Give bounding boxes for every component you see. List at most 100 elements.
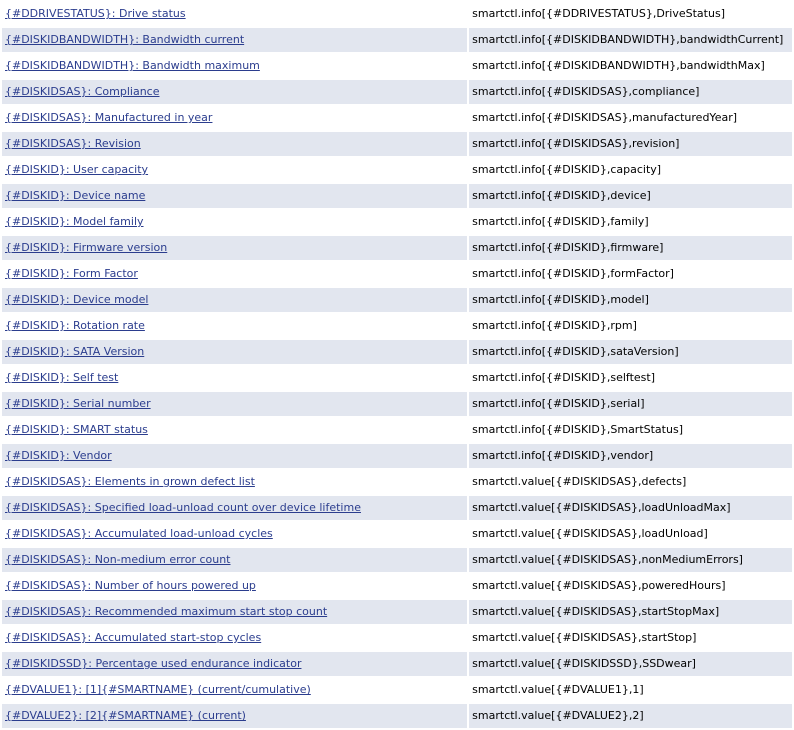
table-row: {#DISKID}: Firmware version smartctl.info…: [2, 236, 792, 260]
item-key-text: smartctl.info[{#DISKID},device]: [472, 189, 651, 202]
item-name-link[interactable]: {#DISKID}: Firmware version: [5, 241, 167, 254]
item-name-link[interactable]: {#DISKID}: Self test: [5, 371, 118, 384]
item-name-link[interactable]: {#DISKIDSAS}: Specified load-unload coun…: [5, 501, 361, 514]
item-key-text: smartctl.info[{#DISKID},rpm]: [472, 319, 637, 332]
item-name-cell: {#DISKIDBANDWIDTH}: Bandwidth current: [2, 28, 468, 52]
item-key-text: smartctl.info[{#DISKID},SmartStatus]: [472, 423, 683, 436]
item-name-link[interactable]: {#DISKIDSAS}: Non-medium error count: [5, 553, 231, 566]
item-key-text: smartctl.info[{#DISKIDBANDWIDTH},bandwid…: [472, 59, 765, 72]
item-key-cell: smartctl.value[{#DISKIDSSD},SSDwear]: [469, 652, 792, 676]
table-row: {#DVALUE1}: [1]{#SMARTNAME} (current/cum…: [2, 678, 792, 702]
item-name-link[interactable]: {#DISKID}: SATA Version: [5, 345, 144, 358]
item-name-link[interactable]: {#DISKID}: Device model: [5, 293, 148, 306]
table-row: {#DISKID}: Device name smartctl.info[{#DI…: [2, 184, 792, 208]
item-key-cell: smartctl.info[{#DISKIDSAS},compliance]: [469, 80, 792, 104]
table-row: {#DISKID}: Self test smartctl.info[{#DISK…: [2, 366, 792, 390]
item-name-cell: {#DISKIDSAS}: Recommended maximum start …: [2, 600, 468, 624]
item-name-link[interactable]: {#DISKIDSAS}: Manufactured in year: [5, 111, 212, 124]
item-name-cell: {#DDRIVESTATUS}: Drive status: [2, 2, 468, 26]
item-prototypes-body: {#DDRIVESTATUS}: Drive status smartctl.in…: [2, 2, 792, 728]
table-row: {#DISKID}: Model family smartctl.info[{#D…: [2, 210, 792, 234]
item-name-cell: {#DISKIDSAS}: Revision: [2, 132, 468, 156]
item-name-link[interactable]: {#DISKID}: User capacity: [5, 163, 148, 176]
item-key-cell: smartctl.value[{#DISKIDSAS},loadUnload]: [469, 522, 792, 546]
table-row: {#DISKID}: User capacity smartctl.info[{#…: [2, 158, 792, 182]
item-key-cell: smartctl.info[{#DISKID},selftest]: [469, 366, 792, 390]
item-key-cell: smartctl.info[{#DISKID},rpm]: [469, 314, 792, 338]
item-key-cell: smartctl.info[{#DISKIDBANDWIDTH},bandwid…: [469, 28, 792, 52]
item-name-cell: {#DISKID}: Form Factor: [2, 262, 468, 286]
table-row: {#DISKID}: Vendor smartctl.info[{#DISKID}…: [2, 444, 792, 468]
item-name-link[interactable]: {#DISKIDSAS}: Recommended maximum start …: [5, 605, 327, 618]
item-key-text: smartctl.value[{#DISKIDSAS},poweredHours…: [472, 579, 726, 592]
table-row: {#DISKIDSAS}: Specified load-unload coun…: [2, 496, 792, 520]
table-row: {#DISKIDSAS}: Non-medium error count smar…: [2, 548, 792, 572]
item-key-cell: smartctl.value[{#DISKIDSAS},loadUnloadMa…: [469, 496, 792, 520]
item-key-text: smartctl.info[{#DISKID},capacity]: [472, 163, 662, 176]
item-key-text: smartctl.info[{#DISKIDBANDWIDTH},bandwid…: [472, 33, 784, 46]
item-name-cell: {#DISKIDSAS}: Number of hours powered up: [2, 574, 468, 598]
item-name-cell: {#DISKID}: Firmware version: [2, 236, 468, 260]
item-name-link[interactable]: {#DISKID}: Serial number: [5, 397, 151, 410]
item-name-link[interactable]: {#DVALUE2}: [2]{#SMARTNAME} (current): [5, 709, 246, 722]
item-key-cell: smartctl.value[{#DISKIDSAS},startStop]: [469, 626, 792, 650]
item-name-cell: {#DVALUE1}: [1]{#SMARTNAME} (current/cum…: [2, 678, 468, 702]
item-key-cell: smartctl.info[{#DISKIDBANDWIDTH},bandwid…: [469, 54, 792, 78]
item-key-text: smartctl.info[{#DISKID},vendor]: [472, 449, 654, 462]
item-name-cell: {#DISKIDBANDWIDTH}: Bandwidth maximum: [2, 54, 468, 78]
item-name-cell: {#DISKIDSAS}: Compliance: [2, 80, 468, 104]
item-key-cell: smartctl.value[{#DISKIDSAS},defects]: [469, 470, 792, 494]
table-row: {#DISKIDSAS}: Revision smartctl.info[{#DI…: [2, 132, 792, 156]
item-name-link[interactable]: {#DVALUE1}: [1]{#SMARTNAME} (current/cum…: [5, 683, 311, 696]
table-row: {#DISKIDBANDWIDTH}: Bandwidth current sma…: [2, 28, 792, 52]
item-name-link[interactable]: {#DISKIDBANDWIDTH}: Bandwidth maximum: [5, 59, 260, 72]
item-key-text: smartctl.value[{#DISKIDSAS},startStop]: [472, 631, 697, 644]
item-key-cell: smartctl.info[{#DISKID},model]: [469, 288, 792, 312]
item-key-cell: smartctl.info[{#DISKID},SmartStatus]: [469, 418, 792, 442]
item-name-link[interactable]: {#DISKID}: SMART status: [5, 423, 148, 436]
table-row: {#DISKID}: SMART status smartctl.info[{#D…: [2, 418, 792, 442]
table-row: {#DISKIDSAS}: Accumulated start-stop cyc…: [2, 626, 792, 650]
item-name-link[interactable]: {#DISKIDSAS}: Elements in grown defect l…: [5, 475, 255, 488]
item-name-link[interactable]: {#DISKIDSAS}: Accumulated start-stop cyc…: [5, 631, 261, 644]
item-key-cell: smartctl.info[{#DISKID},capacity]: [469, 158, 792, 182]
item-name-cell: {#DISKID}: User capacity: [2, 158, 468, 182]
item-name-link[interactable]: {#DISKID}: Model family: [5, 215, 144, 228]
table-row: {#DISKIDSAS}: Recommended maximum start …: [2, 600, 792, 624]
item-key-text: smartctl.info[{#DISKID},sataVersion]: [472, 345, 679, 358]
item-key-text: smartctl.info[{#DISKID},family]: [472, 215, 649, 228]
item-name-link[interactable]: {#DDRIVESTATUS}: Drive status: [5, 7, 186, 20]
item-name-link[interactable]: {#DISKID}: Form Factor: [5, 267, 138, 280]
item-name-cell: {#DISKIDSAS}: Specified load-unload coun…: [2, 496, 468, 520]
item-name-link[interactable]: {#DISKIDSAS}: Revision: [5, 137, 141, 150]
item-key-cell: smartctl.info[{#DISKID},device]: [469, 184, 792, 208]
item-key-cell: smartctl.info[{#DISKID},family]: [469, 210, 792, 234]
table-row: {#DISKIDSAS}: Elements in grown defect l…: [2, 470, 792, 494]
item-name-link[interactable]: {#DISKIDSAS}: Accumulated load-unload cy…: [5, 527, 273, 540]
item-key-text: smartctl.value[{#DISKIDSAS},startStopMax…: [472, 605, 720, 618]
item-name-link[interactable]: {#DISKIDSAS}: Number of hours powered up: [5, 579, 256, 592]
item-key-cell: smartctl.info[{#DISKIDSAS},revision]: [469, 132, 792, 156]
item-key-text: smartctl.value[{#DISKIDSSD},SSDwear]: [472, 657, 696, 670]
table-row: {#DISKIDSSD}: Percentage used endurance …: [2, 652, 792, 676]
item-key-text: smartctl.info[{#DISKIDSAS},manufacturedY…: [472, 111, 738, 124]
item-name-cell: {#DISKID}: SMART status: [2, 418, 468, 442]
item-prototypes-table: {#DDRIVESTATUS}: Drive status smartctl.in…: [0, 0, 794, 730]
table-row: {#DISKID}: Serial number smartctl.info[{#…: [2, 392, 792, 416]
table-row: {#DISKID}: SATA Version smartctl.info[{#D…: [2, 340, 792, 364]
item-name-cell: {#DISKIDSAS}: Elements in grown defect l…: [2, 470, 468, 494]
item-key-text: smartctl.value[{#DISKIDSAS},nonMediumErr…: [472, 553, 743, 566]
item-key-cell: smartctl.info[{#DISKIDSAS},manufacturedY…: [469, 106, 792, 130]
item-name-link[interactable]: {#DISKID}: Device name: [5, 189, 145, 202]
item-name-link[interactable]: {#DISKID}: Vendor: [5, 449, 112, 462]
item-name-link[interactable]: {#DISKIDSSD}: Percentage used endurance …: [5, 657, 301, 670]
item-key-text: smartctl.value[{#DISKIDSAS},loadUnloadMa…: [472, 501, 731, 514]
item-key-cell: smartctl.value[{#DVALUE1},1]: [469, 678, 792, 702]
item-key-cell: smartctl.info[{#DISKID},sataVersion]: [469, 340, 792, 364]
item-key-text: smartctl.info[{#DISKID},model]: [472, 293, 649, 306]
item-name-link[interactable]: {#DISKIDSAS}: Compliance: [5, 85, 159, 98]
item-key-text: smartctl.info[{#DDRIVESTATUS},DriveStatu…: [472, 7, 725, 20]
item-name-link[interactable]: {#DISKID}: Rotation rate: [5, 319, 145, 332]
item-name-link[interactable]: {#DISKIDBANDWIDTH}: Bandwidth current: [5, 33, 244, 46]
item-key-cell: smartctl.value[{#DISKIDSAS},poweredHours…: [469, 574, 792, 598]
